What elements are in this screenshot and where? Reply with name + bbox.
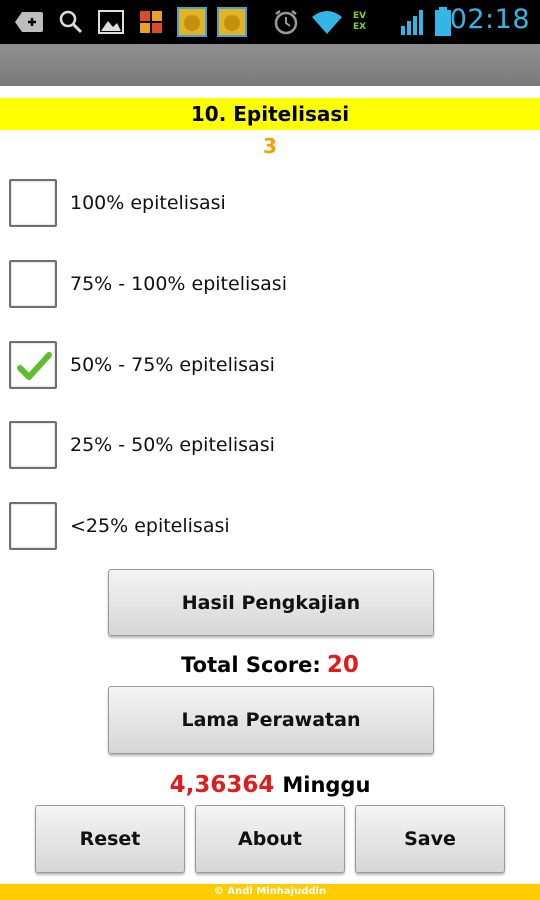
duration-value: 4,36364: [169, 772, 275, 798]
question-score: 3: [263, 134, 277, 158]
question-title: 10. Epitelisasi: [0, 98, 540, 130]
duration-result: 4,36364 Minggu: [0, 772, 540, 798]
option-label: <25% epitelisasi: [70, 515, 230, 537]
total-score-value: 20: [326, 652, 359, 678]
option-checkbox[interactable]: [9, 179, 57, 227]
about-button[interactable]: About: [195, 805, 345, 873]
option-checkbox[interactable]: [9, 502, 57, 550]
option-less-25-percent[interactable]: <25% epitelisasi: [0, 496, 540, 556]
wifi-icon: [310, 8, 344, 36]
app-notification-icon: [177, 7, 207, 37]
alarm-icon: [272, 8, 300, 36]
hasil-pengkajian-button[interactable]: Hasil Pengkajian: [108, 569, 434, 636]
action-bar: [0, 44, 540, 86]
option-label: 75% - 100% epitelisasi: [70, 273, 287, 295]
status-bar: EV EX 02:18: [0, 0, 540, 44]
search-icon: [58, 8, 84, 36]
total-score-label: Total Score:: [181, 653, 321, 677]
option-100-percent[interactable]: 100% epitelisasi: [0, 173, 540, 233]
app-grid-icon: [137, 8, 165, 36]
signal-icon: [400, 8, 426, 36]
option-label: 50% - 75% epitelisasi: [70, 354, 275, 376]
option-checkbox[interactable]: [9, 341, 57, 389]
footer-copyright: © Andi Minhajuddin: [0, 884, 540, 900]
option-50-75-percent[interactable]: 50% - 75% epitelisasi: [0, 335, 540, 395]
lama-perawatan-button[interactable]: Lama Perawatan: [108, 686, 434, 754]
option-75-100-percent[interactable]: 75% - 100% epitelisasi: [0, 254, 540, 314]
save-button[interactable]: Save: [355, 805, 505, 873]
reset-button[interactable]: Reset: [35, 805, 185, 873]
add-notification-icon: [14, 8, 44, 36]
clock: 02:18: [449, 4, 530, 35]
option-checkbox[interactable]: [9, 421, 57, 469]
checkmark-icon: [17, 352, 52, 380]
total-score: Total Score: 20: [0, 652, 540, 678]
option-label: 25% - 50% epitelisasi: [70, 434, 275, 456]
gallery-icon: [97, 8, 125, 36]
option-label: 100% epitelisasi: [70, 192, 226, 214]
option-25-50-percent[interactable]: 25% - 50% epitelisasi: [0, 415, 540, 475]
app-notification-icon: [217, 7, 247, 37]
duration-unit: Minggu: [282, 773, 371, 797]
network-type-indicator: EV EX: [353, 11, 367, 32]
option-checkbox[interactable]: [9, 260, 57, 308]
